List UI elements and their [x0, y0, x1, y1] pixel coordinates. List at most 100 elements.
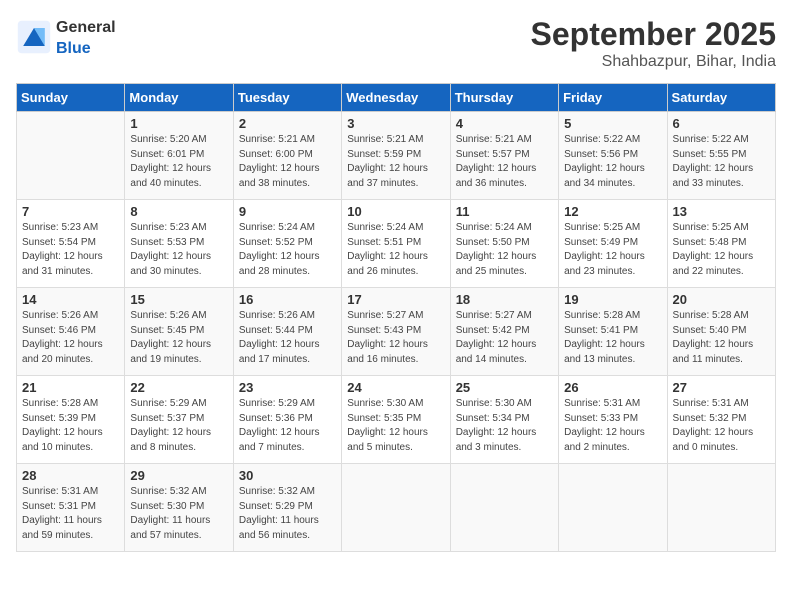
- calendar-cell: 14 Sunrise: 5:26 AMSunset: 5:46 PMDayligh…: [17, 288, 125, 376]
- day-info: Sunrise: 5:24 AMSunset: 5:50 PMDaylight:…: [456, 221, 553, 279]
- day-info: Sunrise: 5:21 AMSunset: 5:57 PMDaylight:…: [456, 133, 553, 191]
- day-header-thursday: Thursday: [450, 84, 558, 112]
- calendar-cell: 24Sunrise: 5:30 AMSunset: 5:35 PMDayligh…: [342, 376, 450, 464]
- day-number: 15: [130, 292, 227, 307]
- day-number: 14: [22, 292, 119, 307]
- day-number: 27: [673, 380, 770, 395]
- calendar-cell: 19Sunrise: 5:28 AMSunset: 5:41 PMDayligh…: [559, 288, 667, 376]
- day-info: Sunrise: 5:27 AMSunset: 5:42 PMDaylight:…: [456, 309, 553, 367]
- month-title: September 2025: [531, 16, 776, 53]
- calendar-cell: 22Sunrise: 5:29 AMSunset: 5:37 PMDayligh…: [125, 376, 233, 464]
- day-info: Sunrise: 5:26 AMSunset: 5:44 PMDaylight:…: [239, 309, 336, 367]
- calendar-cell: 1Sunrise: 5:20 AMSunset: 6:01 PMDaylight…: [125, 112, 233, 200]
- day-number: 21: [22, 380, 119, 395]
- calendar-cell: 5 Sunrise: 5:22 AMSunset: 5:56 PMDaylight…: [559, 112, 667, 200]
- calendar-cell: 23Sunrise: 5:29 AMSunset: 5:36 PMDayligh…: [233, 376, 341, 464]
- calendar-cell: 27 Sunrise: 5:31 AMSunset: 5:32 PMDayligh…: [667, 376, 775, 464]
- calendar-cell: 3 Sunrise: 5:21 AMSunset: 5:59 PMDaylight…: [342, 112, 450, 200]
- day-header-monday: Monday: [125, 84, 233, 112]
- day-number: 1: [130, 116, 227, 131]
- day-number: 2: [239, 116, 336, 131]
- day-number: 8: [130, 204, 227, 219]
- day-info: Sunrise: 5:28 AMSunset: 5:39 PMDaylight:…: [22, 397, 119, 455]
- day-info: Sunrise: 5:23 AMSunset: 5:54 PMDaylight:…: [22, 221, 119, 279]
- calendar-cell: 26 Sunrise: 5:31 AMSunset: 5:33 PMDayligh…: [559, 376, 667, 464]
- calendar-cell: 6 Sunrise: 5:22 AMSunset: 5:55 PMDaylight…: [667, 112, 775, 200]
- calendar-cell: 29 Sunrise: 5:32 AMSunset: 5:30 PMDayligh…: [125, 464, 233, 552]
- day-info: Sunrise: 5:30 AMSunset: 5:34 PMDaylight:…: [456, 397, 553, 455]
- day-number: 29: [130, 468, 227, 483]
- day-number: 18: [456, 292, 553, 307]
- calendar-week-row: 14 Sunrise: 5:26 AMSunset: 5:46 PMDayligh…: [17, 288, 776, 376]
- day-info: Sunrise: 5:26 AMSunset: 5:46 PMDaylight:…: [22, 309, 119, 367]
- logo-icon: [16, 19, 52, 55]
- calendar-cell: [667, 464, 775, 552]
- calendar-cell: 12Sunrise: 5:25 AMSunset: 5:49 PMDayligh…: [559, 200, 667, 288]
- calendar-table: SundayMondayTuesdayWednesdayThursdayFrid…: [16, 83, 776, 552]
- day-header-wednesday: Wednesday: [342, 84, 450, 112]
- day-info: Sunrise: 5:26 AMSunset: 5:45 PMDaylight:…: [130, 309, 227, 367]
- day-number: 17: [347, 292, 444, 307]
- calendar-cell: 4 Sunrise: 5:21 AMSunset: 5:57 PMDaylight…: [450, 112, 558, 200]
- calendar-cell: 11 Sunrise: 5:24 AMSunset: 5:50 PMDayligh…: [450, 200, 558, 288]
- day-header-sunday: Sunday: [17, 84, 125, 112]
- calendar-cell: 17 Sunrise: 5:27 AMSunset: 5:43 PMDayligh…: [342, 288, 450, 376]
- day-number: 20: [673, 292, 770, 307]
- day-info: Sunrise: 5:23 AMSunset: 5:53 PMDaylight:…: [130, 221, 227, 279]
- day-info: Sunrise: 5:32 AMSunset: 5:30 PMDaylight:…: [130, 485, 227, 543]
- day-number: 7: [22, 204, 119, 219]
- location: Shahbazpur, Bihar, India: [531, 53, 776, 71]
- day-number: 6: [673, 116, 770, 131]
- calendar-cell: [559, 464, 667, 552]
- day-info: Sunrise: 5:25 AMSunset: 5:48 PMDaylight:…: [673, 221, 770, 279]
- calendar-cell: 7 Sunrise: 5:23 AMSunset: 5:54 PMDaylight…: [17, 200, 125, 288]
- day-info: Sunrise: 5:32 AMSunset: 5:29 PMDaylight:…: [239, 485, 336, 543]
- calendar-week-row: 7 Sunrise: 5:23 AMSunset: 5:54 PMDaylight…: [17, 200, 776, 288]
- title-area: September 2025 Shahbazpur, Bihar, India: [531, 16, 776, 71]
- calendar-cell: 18 Sunrise: 5:27 AMSunset: 5:42 PMDayligh…: [450, 288, 558, 376]
- day-info: Sunrise: 5:21 AMSunset: 6:00 PMDaylight:…: [239, 133, 336, 191]
- calendar-cell: [17, 112, 125, 200]
- calendar-cell: 2 Sunrise: 5:21 AMSunset: 6:00 PMDaylight…: [233, 112, 341, 200]
- day-header-tuesday: Tuesday: [233, 84, 341, 112]
- day-number: 12: [564, 204, 661, 219]
- calendar-cell: 25 Sunrise: 5:30 AMSunset: 5:34 PMDayligh…: [450, 376, 558, 464]
- day-number: 11: [456, 204, 553, 219]
- day-info: Sunrise: 5:24 AMSunset: 5:52 PMDaylight:…: [239, 221, 336, 279]
- calendar-cell: 20 Sunrise: 5:28 AMSunset: 5:40 PMDayligh…: [667, 288, 775, 376]
- calendar-cell: 13 Sunrise: 5:25 AMSunset: 5:48 PMDayligh…: [667, 200, 775, 288]
- day-info: Sunrise: 5:24 AMSunset: 5:51 PMDaylight:…: [347, 221, 444, 279]
- calendar-cell: 21 Sunrise: 5:28 AMSunset: 5:39 PMDayligh…: [17, 376, 125, 464]
- day-number: 24: [347, 380, 444, 395]
- calendar-cell: 8 Sunrise: 5:23 AMSunset: 5:53 PMDaylight…: [125, 200, 233, 288]
- calendar-cell: [342, 464, 450, 552]
- day-number: 4: [456, 116, 553, 131]
- day-number: 30: [239, 468, 336, 483]
- day-info: Sunrise: 5:31 AMSunset: 5:32 PMDaylight:…: [673, 397, 770, 455]
- day-info: Sunrise: 5:22 AMSunset: 5:55 PMDaylight:…: [673, 133, 770, 191]
- calendar-cell: [450, 464, 558, 552]
- day-number: 22: [130, 380, 227, 395]
- calendar-cell: 10Sunrise: 5:24 AMSunset: 5:51 PMDayligh…: [342, 200, 450, 288]
- day-number: 13: [673, 204, 770, 219]
- day-header-saturday: Saturday: [667, 84, 775, 112]
- day-info: Sunrise: 5:21 AMSunset: 5:59 PMDaylight:…: [347, 133, 444, 191]
- day-info: Sunrise: 5:27 AMSunset: 5:43 PMDaylight:…: [347, 309, 444, 367]
- day-info: Sunrise: 5:28 AMSunset: 5:40 PMDaylight:…: [673, 309, 770, 367]
- day-info: Sunrise: 5:31 AMSunset: 5:31 PMDaylight:…: [22, 485, 119, 543]
- calendar-cell: 16 Sunrise: 5:26 AMSunset: 5:44 PMDayligh…: [233, 288, 341, 376]
- logo: General Blue: [16, 16, 116, 58]
- day-number: 16: [239, 292, 336, 307]
- day-number: 5: [564, 116, 661, 131]
- day-number: 3: [347, 116, 444, 131]
- calendar-week-row: 1Sunrise: 5:20 AMSunset: 6:01 PMDaylight…: [17, 112, 776, 200]
- day-info: Sunrise: 5:22 AMSunset: 5:56 PMDaylight:…: [564, 133, 661, 191]
- calendar-cell: 28Sunrise: 5:31 AMSunset: 5:31 PMDayligh…: [17, 464, 125, 552]
- calendar-cell: 9Sunrise: 5:24 AMSunset: 5:52 PMDaylight…: [233, 200, 341, 288]
- calendar-header-row: SundayMondayTuesdayWednesdayThursdayFrid…: [17, 84, 776, 112]
- day-number: 25: [456, 380, 553, 395]
- day-info: Sunrise: 5:31 AMSunset: 5:33 PMDaylight:…: [564, 397, 661, 455]
- day-header-friday: Friday: [559, 84, 667, 112]
- day-number: 26: [564, 380, 661, 395]
- day-info: Sunrise: 5:28 AMSunset: 5:41 PMDaylight:…: [564, 309, 661, 367]
